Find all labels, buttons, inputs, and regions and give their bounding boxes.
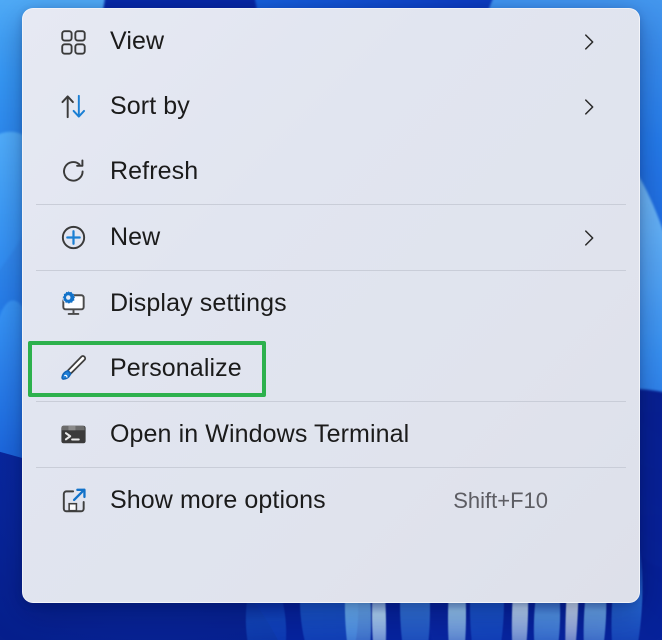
menu-item-label: View xyxy=(110,27,165,55)
context-menu-body: View Sort by Refresh New Display setting… xyxy=(23,9,639,533)
menu-item-label: Personalize xyxy=(110,354,242,382)
menu-item-open-terminal[interactable]: Open in Windows Terminal xyxy=(23,402,639,467)
menu-item-show-more[interactable]: Show more options Shift+F10 xyxy=(23,468,639,533)
chevron-right-icon[interactable] xyxy=(578,227,600,249)
menu-item-label: Sort by xyxy=(110,92,190,120)
menu-item-label: Show more options xyxy=(110,486,326,514)
menu-item-shortcut: Shift+F10 xyxy=(453,487,548,513)
desktop-context-menu[interactable]: View Sort by Refresh New Display setting… xyxy=(22,8,640,603)
menu-item-label: New xyxy=(110,223,161,251)
menu-item-new[interactable]: New xyxy=(23,205,639,270)
refresh-circular-icon xyxy=(56,155,90,189)
menu-item-personalize[interactable]: Personalize xyxy=(23,336,639,401)
paintbrush-icon xyxy=(56,352,90,386)
menu-item-refresh[interactable]: Refresh xyxy=(23,139,639,204)
menu-item-view[interactable]: View xyxy=(23,9,639,74)
chevron-right-icon[interactable] xyxy=(578,96,600,118)
menu-item-label: Display settings xyxy=(110,289,287,317)
grid-view-icon xyxy=(56,25,90,59)
plus-circle-icon xyxy=(56,221,90,255)
menu-item-label: Refresh xyxy=(110,157,199,185)
menu-item-label: Open in Windows Terminal xyxy=(110,420,410,448)
menu-item-display-settings[interactable]: Display settings xyxy=(23,271,639,336)
open-external-icon xyxy=(56,484,90,518)
sort-arrows-icon xyxy=(56,90,90,124)
menu-item-sort-by[interactable]: Sort by xyxy=(23,74,639,139)
monitor-gear-icon xyxy=(56,287,90,321)
terminal-console-icon xyxy=(56,418,90,452)
chevron-right-icon[interactable] xyxy=(578,31,600,53)
